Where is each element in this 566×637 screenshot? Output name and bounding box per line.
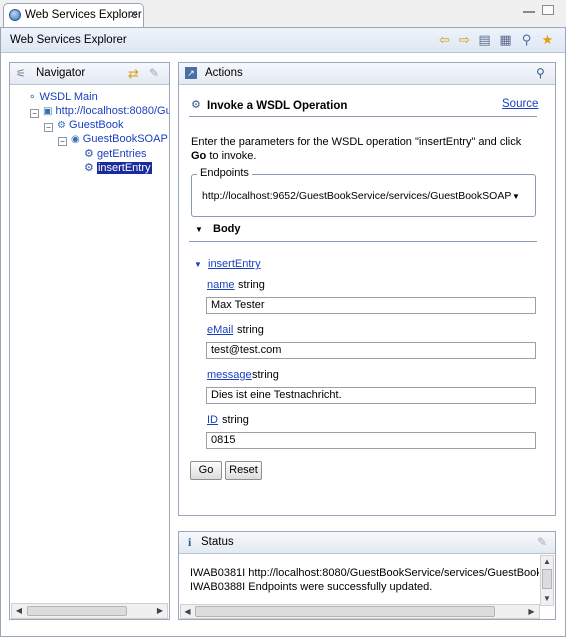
instructions-post: to invoke. bbox=[209, 150, 257, 162]
field-label-name[interactable]: name bbox=[207, 279, 235, 291]
tree-label: GuestBook bbox=[69, 119, 124, 131]
page-title: Invoke a WSDL Operation bbox=[207, 100, 348, 112]
status-vertical-scrollbar[interactable]: ▲ ▼ bbox=[540, 555, 554, 606]
operation-gear-icon: ⚙ bbox=[84, 162, 94, 174]
field-label-message[interactable]: message bbox=[207, 369, 252, 381]
close-tab-icon[interactable]: ✕ bbox=[129, 8, 138, 21]
tree-label: GuestBookSOAP bbox=[82, 133, 168, 145]
status-title: Status bbox=[201, 536, 234, 548]
reset-button[interactable]: Reset bbox=[225, 461, 262, 480]
clear-status-icon[interactable]: ✎ bbox=[537, 535, 547, 549]
status-horizontal-scrollbar[interactable]: ◀ ▶ bbox=[180, 604, 540, 619]
endpoint-select[interactable]: http://localhost:9652/GuestBookService/s… bbox=[198, 187, 525, 206]
actions-title: Actions bbox=[205, 67, 243, 79]
collapse-toggle[interactable]: − bbox=[44, 123, 53, 132]
favorites-star-icon[interactable]: ★ bbox=[540, 32, 555, 47]
editor-tab-strip: Web Services Explorer ✕ bbox=[0, 0, 566, 27]
id-field[interactable]: 0815 bbox=[206, 432, 536, 449]
field-label-id[interactable]: ID bbox=[207, 414, 218, 426]
scroll-thumb[interactable] bbox=[542, 569, 552, 589]
source-link[interactable]: Source bbox=[502, 98, 538, 110]
message-field[interactable]: Dies ist eine Testnachricht. bbox=[206, 387, 536, 404]
search-favorites-icon[interactable]: ⚲ bbox=[519, 32, 534, 47]
endpoints-legend: Endpoints bbox=[197, 167, 252, 179]
collapse-body-icon[interactable]: ▼ bbox=[195, 225, 203, 234]
tree-label: getEntries bbox=[96, 148, 147, 160]
wsdl-main-icon: ⚬ bbox=[28, 92, 37, 103]
status-messages: IWAB0381I http://localhost:8080/GuestBoo… bbox=[190, 566, 539, 600]
collapse-toggle[interactable]: − bbox=[30, 109, 39, 118]
refresh-icon[interactable]: ⇄ bbox=[128, 66, 139, 82]
navigator-icon: ⚟ bbox=[16, 68, 26, 80]
instructions-text: Enter the parameters for the WSDL operat… bbox=[191, 135, 537, 163]
status-line: IWAB0388I Endpoints were successfully up… bbox=[190, 581, 433, 593]
back-arrow-icon[interactable]: ⇦ bbox=[437, 32, 452, 47]
wse-header-title: Web Services Explorer bbox=[10, 34, 127, 46]
navigator-pane: ⚟ Navigator ⇄ ✎ ⚬ WSDL Main − ▣ http://l… bbox=[9, 62, 170, 620]
scroll-thumb[interactable] bbox=[195, 606, 495, 617]
name-field[interactable]: Max Tester bbox=[206, 297, 536, 314]
operation-gear-icon: ⚙ bbox=[84, 148, 94, 160]
actions-header: ↗ Actions ⚲ bbox=[179, 63, 555, 85]
divider bbox=[189, 116, 537, 117]
scroll-down-icon[interactable]: ▼ bbox=[541, 593, 553, 605]
navigator-tree: ⚬ WSDL Main − ▣ http://localhost:8080/Gu… bbox=[10, 89, 169, 599]
wsdl-file-icon: ▣ bbox=[43, 106, 53, 117]
field-type: string bbox=[238, 279, 265, 291]
status-pane: i Status ✎ IWAB0381I http://localhost:80… bbox=[178, 531, 556, 620]
editor-tab-label: Web Services Explorer bbox=[25, 9, 142, 21]
scroll-left-icon[interactable]: ◀ bbox=[181, 605, 194, 618]
go-button[interactable]: Go bbox=[190, 461, 222, 480]
tree-node-operation[interactable]: ⚙ getEntries bbox=[84, 147, 146, 161]
tree-node-wsdl-main[interactable]: ⚬ WSDL Main bbox=[28, 91, 98, 105]
uddi-page-icon[interactable]: ▦ bbox=[498, 32, 513, 47]
collapse-toggle[interactable]: − bbox=[58, 137, 67, 146]
actions-pane: ↗ Actions ⚲ ⚙ Invoke a WSDL Operation So… bbox=[178, 62, 556, 516]
forward-arrow-icon[interactable]: ⇨ bbox=[457, 32, 472, 47]
field-type: string bbox=[252, 369, 279, 381]
scroll-up-icon[interactable]: ▲ bbox=[541, 556, 553, 568]
endpoint-select-value: http://localhost:9652/GuestBookService/s… bbox=[202, 190, 512, 202]
operation-link[interactable]: insertEntry bbox=[208, 258, 261, 270]
status-header: i Status ✎ bbox=[179, 532, 555, 554]
collapse-operation-icon[interactable]: ▼ bbox=[194, 260, 202, 269]
body-section-label: Body bbox=[213, 223, 241, 235]
dropdown-arrow-icon[interactable]: ▼ bbox=[512, 190, 520, 203]
service-icon: ⚙ bbox=[57, 120, 66, 131]
wsdl-page-icon[interactable]: ▤ bbox=[477, 32, 492, 47]
navigator-title: Navigator bbox=[36, 67, 86, 79]
invoke-operation-icon: ⚙ bbox=[191, 99, 201, 111]
email-field[interactable]: test@test.com bbox=[206, 342, 536, 359]
tree-node-operation-selected[interactable]: ⚙ insertEntry bbox=[84, 161, 152, 175]
minimize-icon[interactable] bbox=[523, 8, 535, 13]
wse-header-bar: Web Services Explorer ⇦ ⇨ ▤ ▦ ⚲ ★ bbox=[1, 28, 565, 53]
instructions-pre: Enter the parameters for the WSDL operat… bbox=[191, 136, 522, 148]
clear-icon[interactable]: ✎ bbox=[149, 66, 159, 80]
scroll-left-icon[interactable]: ◀ bbox=[12, 604, 26, 618]
navigator-horizontal-scrollbar[interactable]: ◀ ▶ bbox=[11, 603, 168, 619]
tree-node-service[interactable]: ⚙ GuestBook bbox=[57, 119, 123, 133]
info-icon: i bbox=[188, 535, 192, 549]
actions-icon: ↗ bbox=[185, 67, 197, 79]
tree-label: WSDL Main bbox=[39, 91, 98, 103]
globe-icon bbox=[9, 9, 21, 21]
tree-node-wsdl-url[interactable]: ▣ http://localhost:8080/Gu bbox=[43, 105, 169, 119]
navigator-header: ⚟ Navigator ⇄ ✎ bbox=[10, 63, 169, 85]
status-line: IWAB0381I http://localhost:8080/GuestBoo… bbox=[190, 567, 539, 579]
scroll-right-icon[interactable]: ▶ bbox=[525, 605, 538, 618]
tree-label: http://localhost:8080/Gu bbox=[55, 105, 169, 117]
scroll-right-icon[interactable]: ▶ bbox=[153, 604, 167, 618]
binding-icon: ◉ bbox=[71, 134, 80, 145]
field-label-email[interactable]: eMail bbox=[207, 324, 233, 336]
tree-node-binding[interactable]: ◉ GuestBookSOAP bbox=[71, 133, 168, 147]
tree-label: insertEntry bbox=[96, 162, 152, 174]
instructions-go: Go bbox=[191, 150, 207, 162]
divider bbox=[189, 241, 537, 242]
field-type: string bbox=[237, 324, 264, 336]
maximize-icon[interactable] bbox=[542, 5, 554, 15]
search-icon[interactable]: ⚲ bbox=[536, 66, 545, 80]
scroll-thumb[interactable] bbox=[27, 606, 127, 616]
field-type: string bbox=[222, 414, 249, 426]
editor-tab-web-services-explorer[interactable]: Web Services Explorer ✕ bbox=[3, 3, 144, 27]
